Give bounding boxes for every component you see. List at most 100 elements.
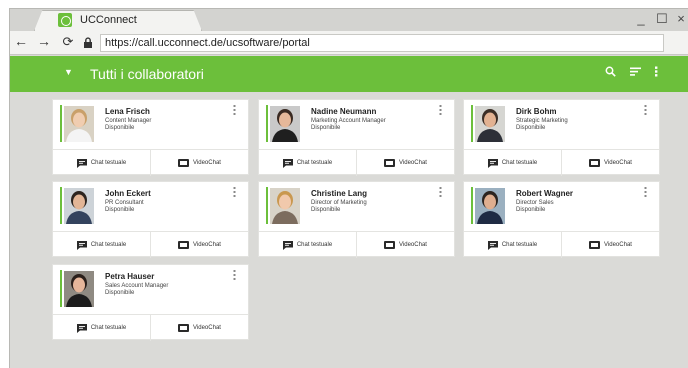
chevron-down-icon[interactable]: ▼ xyxy=(64,67,73,77)
lock-icon xyxy=(84,37,92,48)
video-camera-icon xyxy=(384,159,396,167)
text-chat-button[interactable]: Chat testuale xyxy=(53,150,150,176)
video-chat-label: VideoChat xyxy=(399,160,427,166)
video-camera-icon xyxy=(384,241,396,249)
status-accent-bar xyxy=(471,105,473,142)
contact-info[interactable]: Petra Hauser Sales Account Manager Dispo… xyxy=(53,265,248,315)
maximize-button[interactable]: ☐ xyxy=(656,11,668,27)
contact-name: Robert Wagner xyxy=(516,189,574,198)
tab-strip: UCConnect _ ☐ × xyxy=(10,9,688,31)
filter-icon[interactable] xyxy=(630,66,641,77)
avatar xyxy=(475,188,505,224)
avatar xyxy=(64,106,94,142)
contact-info[interactable]: Robert Wagner Director Sales Disponibile xyxy=(464,182,659,232)
video-chat-button[interactable]: VideoChat xyxy=(150,232,248,258)
address-bar[interactable]: https://call.ucconnect.de/ucsoftware/por… xyxy=(100,34,664,52)
chat-bubble-icon xyxy=(282,240,293,250)
contact-info[interactable]: Christine Lang Director of Marketing Dis… xyxy=(259,182,454,232)
contact-name: Petra Hauser xyxy=(105,272,155,281)
video-chat-label: VideoChat xyxy=(193,160,221,166)
more-options-icon[interactable] xyxy=(439,105,442,115)
status-text: Disponibile xyxy=(105,207,135,213)
contact-info[interactable]: Lena Frisch Content Manager Disponibile xyxy=(53,100,248,150)
contact-role: Sales Account Manager xyxy=(105,283,169,289)
status-text: Disponibile xyxy=(311,125,341,131)
page-title: Tutti i collaboratori xyxy=(90,66,204,82)
video-chat-label: VideoChat xyxy=(604,160,632,166)
text-chat-label: Chat testuale xyxy=(501,160,538,166)
status-text: Disponibile xyxy=(516,207,546,213)
text-chat-button[interactable]: Chat testuale xyxy=(259,150,356,176)
text-chat-button[interactable]: Chat testuale xyxy=(464,232,561,258)
contact-role: PR Consultant xyxy=(105,200,144,206)
text-chat-button[interactable]: Chat testuale xyxy=(464,150,561,176)
video-camera-icon xyxy=(589,159,601,167)
contact-role: Strategic Marketing xyxy=(516,118,568,124)
more-vertical-icon[interactable] xyxy=(655,66,658,77)
tab-title: UCConnect xyxy=(80,14,137,26)
more-options-icon[interactable] xyxy=(233,270,236,280)
video-chat-button[interactable]: VideoChat xyxy=(150,315,248,341)
avatar xyxy=(270,188,300,224)
browser-window: UCConnect _ ☐ × ← → ⟳ https://call.uccon… xyxy=(9,8,688,368)
contact-info[interactable]: John Eckert PR Consultant Disponibile xyxy=(53,182,248,232)
more-options-icon[interactable] xyxy=(644,187,647,197)
contact-card: Nadine Neumann Marketing Account Manager… xyxy=(258,99,455,176)
video-chat-button[interactable]: VideoChat xyxy=(150,150,248,176)
video-chat-label: VideoChat xyxy=(193,325,221,331)
avatar xyxy=(64,271,94,307)
status-accent-bar xyxy=(60,187,62,224)
more-options-icon[interactable] xyxy=(644,105,647,115)
video-chat-button[interactable]: VideoChat xyxy=(561,150,659,176)
contact-info[interactable]: Dirk Bohm Strategic Marketing Disponibil… xyxy=(464,100,659,150)
contact-card: Robert Wagner Director Sales Disponibile… xyxy=(463,181,660,258)
video-camera-icon xyxy=(178,324,190,332)
app-header: ▼ Tutti i collaboratori xyxy=(10,56,688,92)
back-button[interactable]: ← xyxy=(13,33,29,49)
chat-bubble-icon xyxy=(76,158,87,168)
contact-name: Nadine Neumann xyxy=(311,107,377,116)
text-chat-label: Chat testuale xyxy=(296,160,333,166)
text-chat-label: Chat testuale xyxy=(90,242,127,248)
video-chat-button[interactable]: VideoChat xyxy=(561,232,659,258)
more-options-icon[interactable] xyxy=(233,187,236,197)
text-chat-label: Chat testuale xyxy=(501,242,538,248)
text-chat-label: Chat testuale xyxy=(90,325,127,331)
chat-bubble-icon xyxy=(76,240,87,250)
contact-info[interactable]: Nadine Neumann Marketing Account Manager… xyxy=(259,100,454,150)
video-camera-icon xyxy=(178,241,190,249)
browser-toolbar: ← → ⟳ https://call.ucconnect.de/ucsoftwa… xyxy=(10,31,688,55)
contact-role: Marketing Account Manager xyxy=(311,118,386,124)
status-text: Disponibile xyxy=(311,207,341,213)
chat-bubble-icon xyxy=(487,240,498,250)
more-options-icon[interactable] xyxy=(439,187,442,197)
video-chat-button[interactable]: VideoChat xyxy=(356,232,454,258)
contact-name: Dirk Bohm xyxy=(516,107,557,116)
chat-bubble-icon xyxy=(282,158,293,168)
text-chat-button[interactable]: Chat testuale xyxy=(259,232,356,258)
video-chat-button[interactable]: VideoChat xyxy=(356,150,454,176)
more-options-icon[interactable] xyxy=(233,105,236,115)
status-accent-bar xyxy=(60,105,62,142)
search-icon[interactable] xyxy=(605,66,616,77)
video-chat-label: VideoChat xyxy=(604,242,632,248)
status-accent-bar xyxy=(266,105,268,142)
contact-name: Christine Lang xyxy=(311,189,368,198)
reload-button[interactable]: ⟳ xyxy=(60,34,76,50)
video-camera-icon xyxy=(589,241,601,249)
ucconnect-favicon-icon xyxy=(58,13,72,27)
status-accent-bar xyxy=(471,187,473,224)
text-chat-label: Chat testuale xyxy=(296,242,333,248)
avatar xyxy=(64,188,94,224)
status-accent-bar xyxy=(266,187,268,224)
forward-button[interactable]: → xyxy=(36,33,52,49)
close-button[interactable]: × xyxy=(676,11,686,27)
text-chat-button[interactable]: Chat testuale xyxy=(53,315,150,341)
minimize-button[interactable]: _ xyxy=(636,11,646,27)
avatar xyxy=(270,106,300,142)
contact-card: Christine Lang Director of Marketing Dis… xyxy=(258,181,455,258)
status-accent-bar xyxy=(60,270,62,307)
contact-card: John Eckert PR Consultant Disponibile Ch… xyxy=(52,181,249,258)
chat-bubble-icon xyxy=(487,158,498,168)
text-chat-button[interactable]: Chat testuale xyxy=(53,232,150,258)
